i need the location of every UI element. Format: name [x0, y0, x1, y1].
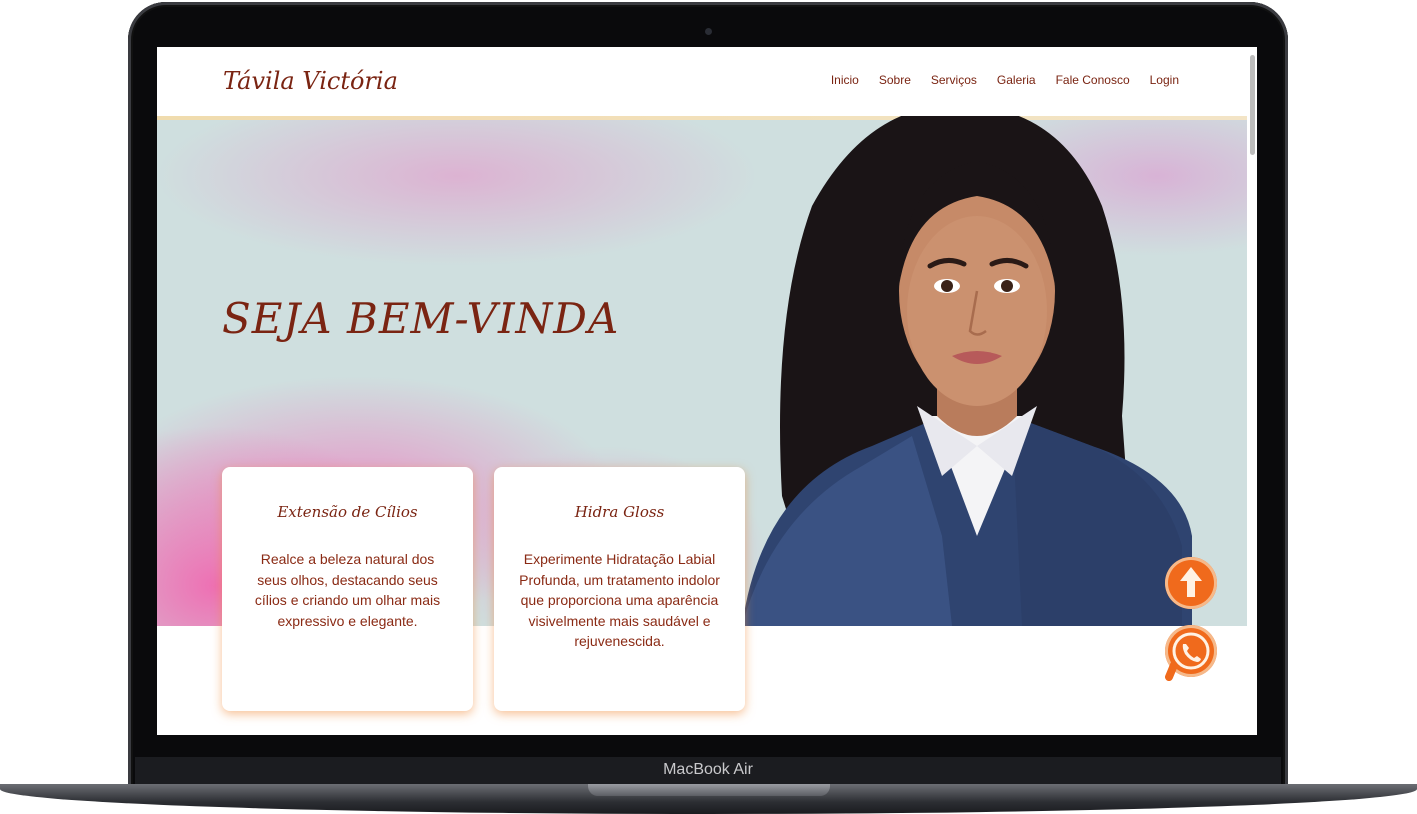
service-card-hidra-gloss[interactable]: Hidra Gloss Experimente Hidratação Labia… [494, 467, 745, 711]
laptop-chin: MacBook Air [135, 757, 1281, 785]
main-nav: Inicio Sobre Serviços Galeria Fale Conos… [811, 73, 1179, 87]
card-text: Realce a beleza natural dos seus olhos, … [254, 551, 441, 629]
card-title: Hidra Gloss [574, 503, 665, 521]
camera [705, 28, 712, 35]
whatsapp-icon [1165, 632, 1210, 681]
hero-portrait [742, 116, 1192, 626]
card-title: Extensão de Cílios [277, 503, 418, 521]
whatsapp-button[interactable] [1165, 625, 1217, 681]
site-logo[interactable]: Távila Victória [223, 67, 398, 95]
hero-title: SEJA BEM-VINDA [222, 294, 620, 343]
site-header: Távila Victória Inicio Sobre Serviços Ga… [157, 47, 1257, 116]
nav-galeria[interactable]: Galeria [997, 73, 1036, 87]
scrollbar-thumb[interactable] [1250, 55, 1255, 155]
screen: Távila Victória Inicio Sobre Serviços Ga… [157, 47, 1257, 735]
nav-servicos[interactable]: Serviços [931, 73, 977, 87]
card-text: Experimente Hidratação Labial Profunda, … [519, 551, 720, 649]
nav-fale-conosco[interactable]: Fale Conosco [1056, 73, 1130, 87]
arrow-up-icon [1180, 567, 1202, 597]
nav-inicio[interactable]: Inicio [831, 73, 859, 87]
scroll-to-top-button[interactable] [1165, 557, 1217, 609]
nav-login[interactable]: Login [1150, 73, 1179, 87]
nav-sobre[interactable]: Sobre [879, 73, 911, 87]
device-label: MacBook Air [663, 761, 753, 778]
service-card-extensao[interactable]: Extensão de Cílios Realce a beleza natur… [222, 467, 473, 711]
laptop-notch [588, 784, 830, 796]
